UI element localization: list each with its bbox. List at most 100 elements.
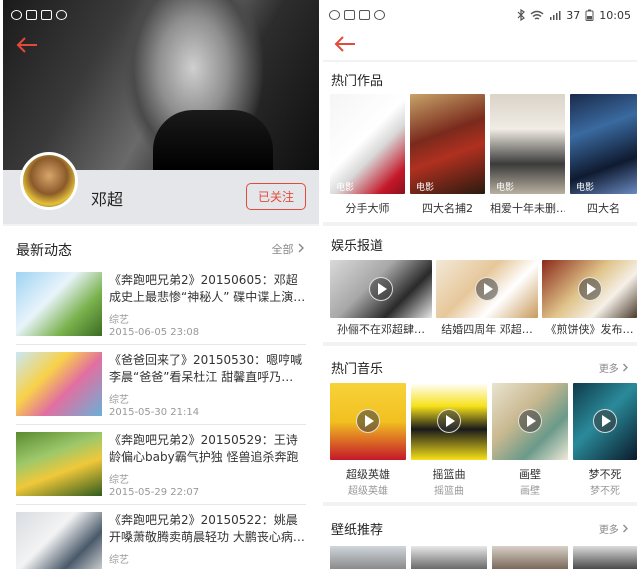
app-icon [56,10,67,20]
type-tag: 电影 [576,183,595,193]
latest-news-section: 最新动态 全部 《奔跑吧兄弟2》20150605：邓超成史上最悲惨“神秘人” 碟… [3,226,319,569]
chevron-right-icon [623,363,628,372]
signal-icon [550,10,561,20]
hot-music-section: 热门音乐 更多 超级英雄 超级英雄 摇篮曲 摇篮曲 画壁 画壁 梦不死 梦不死 [323,346,637,502]
follow-button[interactable]: 已关注 [246,183,306,210]
list-item[interactable]: 《奔跑吧兄弟2》20150605：邓超成史上最悲惨“神秘人” 碟中谍上演… 综艺… [3,272,319,350]
item-category: 综艺 [109,315,129,326]
hot-works-section: 热门作品 电影 分手大师 电影 四大名捕2 电影 相爱十年未删… 电影 四大名 [323,62,637,222]
play-icon[interactable] [475,277,499,301]
play-icon[interactable] [593,409,617,433]
artist-name: 邓超 [91,190,124,209]
poster [410,94,485,194]
news-title: 孙俪不在邓超肆… [337,323,425,336]
artist-profile-screen: 邓超 已关注 最新动态 全部 《奔跑吧兄弟2》20150605：邓超成史上最悲惨… [3,0,319,569]
list-item[interactable]: 《奔跑吧兄弟2》20150522：姚晨开嗓萧敬腾卖萌晨轻功 大鹏丧心病… 综艺 [3,512,319,569]
work-title: 四大名捕2 [422,202,473,215]
item-title: 《奔跑吧兄弟2》20150605：邓超成史上最悲惨“神秘人” 碟中谍上演… [109,273,306,304]
poster [490,94,565,194]
song-title: 超级英雄 [346,468,390,481]
section-title: 娱乐报道 [331,239,384,254]
more-link[interactable]: 更多 [599,360,629,375]
work-card[interactable]: 电影 分手大师 [330,94,405,215]
list-item[interactable]: 《爸爸回来了》20150530：嗯哼喊李晨“爸爸”看呆杜江 甜馨直呼乃… 综艺 … [3,352,319,430]
image-icon-2 [41,10,52,20]
wallpaper-thumbnail[interactable] [411,546,487,569]
play-icon[interactable] [437,409,461,433]
item-title: 《奔跑吧兄弟2》20150529：王诗龄偏心baby霸气护独 怪兽追杀奔跑团 [109,433,299,464]
clock: 10:05 [599,8,631,22]
section-title: 热门作品 [331,74,384,89]
work-card[interactable]: 电影 四大名 [570,94,637,215]
song-subtitle: 超级英雄 [348,486,388,497]
work-title: 四大名 [587,202,620,215]
work-card[interactable]: 电影 相爱十年未删… [490,94,565,215]
section-title: 最新动态 [16,243,72,259]
artist-works-screen: 37 10:05 热门作品 电影 分手大师 电影 四大名捕2 电影 相爱十年未删… [323,0,637,569]
wallpaper-thumbnail[interactable] [330,546,406,569]
wallpaper-thumbnail[interactable] [492,546,568,569]
news-card[interactable]: 孙俪不在邓超肆… [330,260,432,340]
work-title: 相爱十年未删… [490,202,565,215]
image-icon [344,10,355,20]
poster [570,94,637,194]
back-arrow-icon[interactable] [15,36,39,54]
item-date: 2015-05-30 21:14 [109,407,200,418]
song-title: 画壁 [519,468,541,481]
item-category: 综艺 [109,475,129,486]
entertainment-news-section: 娱乐报道 孙俪不在邓超肆… 结婚四周年 邓超… 《煎饼侠》发布… [323,226,637,342]
song-title: 摇篮曲 [432,468,466,481]
item-category: 综艺 [109,395,129,406]
app-icon [374,10,385,20]
video-thumbnail [16,352,102,416]
back-arrow-icon[interactable] [333,35,357,53]
song-subtitle: 梦不死 [590,486,620,497]
image-icon [26,10,37,20]
status-bar [3,0,319,30]
music-card[interactable]: 超级英雄 超级英雄 [330,383,406,498]
video-thumbnail [16,272,102,336]
view-all-link[interactable]: 全部 [272,241,306,257]
poster [330,94,405,194]
play-icon[interactable] [369,277,393,301]
bluetooth-icon [517,9,526,21]
chevron-right-icon [298,243,304,253]
avatar [20,152,78,210]
type-tag: 电影 [416,183,435,193]
list-item[interactable]: 《奔跑吧兄弟2》20150529：王诗龄偏心baby霸气护独 怪兽追杀奔跑团 综… [3,432,319,510]
item-title: 《爸爸回来了》20150530：嗯哼喊李晨“爸爸”看呆杜江 甜馨直呼乃… [109,353,303,384]
wallpaper-section: 壁纸推荐 更多 [323,506,637,569]
battery-level: 37 [566,8,581,22]
status-bar: 37 10:05 [323,0,637,30]
news-title: 《煎饼侠》发布… [545,323,634,336]
play-icon[interactable] [356,409,380,433]
music-card[interactable]: 摇篮曲 摇篮曲 [411,383,487,498]
play-icon[interactable] [518,409,542,433]
wallpaper-thumbnail[interactable] [573,546,637,569]
section-title: 壁纸推荐 [331,523,384,538]
music-card[interactable]: 画壁 画壁 [492,383,568,498]
more-link[interactable]: 更多 [599,521,629,536]
item-date: 2015-06-05 23:08 [109,327,200,338]
notification-icon [11,10,22,20]
work-title: 分手大师 [345,202,390,215]
section-title: 热门音乐 [331,362,384,377]
video-thumbnail [16,432,102,496]
play-icon[interactable] [578,277,602,301]
video-thumbnail [16,512,102,569]
battery-icon [585,9,594,21]
song-title: 梦不死 [588,468,622,481]
type-tag: 电影 [496,183,515,193]
wifi-icon [530,10,544,20]
work-card[interactable]: 电影 四大名捕2 [410,94,485,215]
item-date: 2015-05-29 22:07 [109,487,200,498]
notification-icon [329,10,340,20]
song-subtitle: 摇篮曲 [434,486,464,497]
top-bar [323,30,637,60]
image-icon-2 [359,10,370,20]
item-title: 《奔跑吧兄弟2》20150522：姚晨开嗓萧敬腾卖萌晨轻功 大鹏丧心病… [109,513,305,544]
news-card[interactable]: 《煎饼侠》发布… [542,260,637,340]
music-card[interactable]: 梦不死 梦不死 [573,383,637,498]
news-card[interactable]: 结婚四周年 邓超… [436,260,538,340]
type-tag: 电影 [336,183,355,193]
